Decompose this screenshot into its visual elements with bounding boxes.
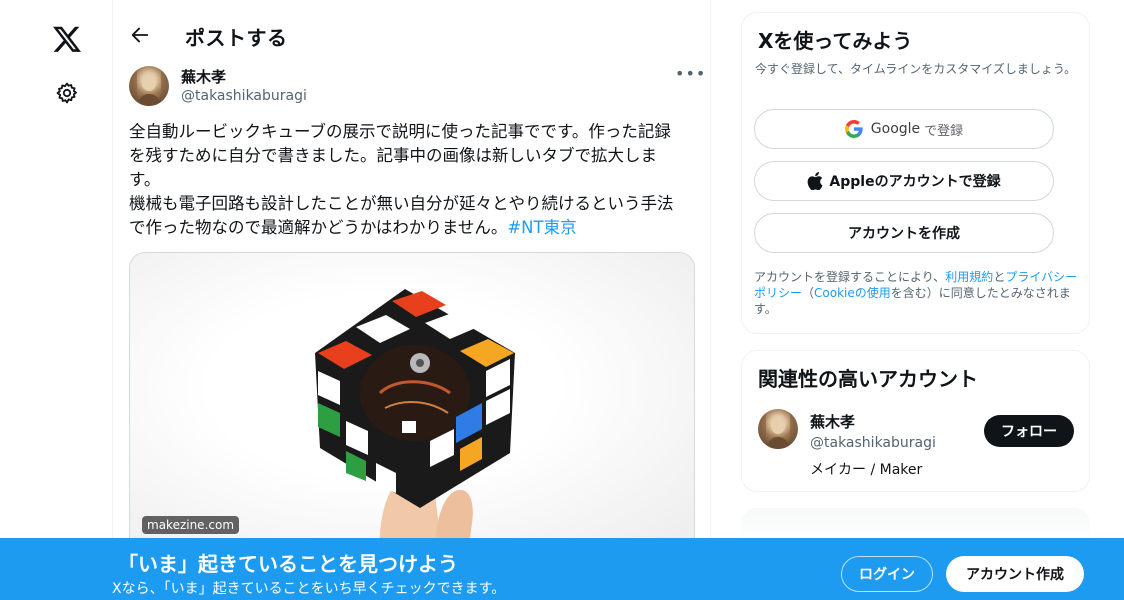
terms-link[interactable]: 利用規約 bbox=[945, 270, 993, 284]
post-text-line: を残すために自分で書きました。記事中の画像は新しいタブで拡大しま bbox=[129, 146, 657, 165]
google-signup-button[interactable]: Google で登録 bbox=[754, 109, 1054, 149]
link-card-media[interactable]: makezine.com bbox=[129, 252, 695, 552]
avatar[interactable] bbox=[758, 409, 798, 449]
related-accounts-card: 関連性の高いアカウント 蕪木孝 @takashikaburagi メイカー / … bbox=[741, 350, 1090, 492]
signup-banner: 「いま」起きていることを見つけよう Xなら、「いま」起きていることをいち早くチェ… bbox=[0, 538, 1124, 600]
rubiks-cube-image bbox=[315, 289, 515, 551]
signup-card-title: Xを使ってみよう bbox=[758, 29, 913, 53]
related-card-title: 関連性の高いアカウント bbox=[758, 367, 978, 391]
google-icon bbox=[844, 120, 863, 138]
left-nav bbox=[0, 0, 112, 600]
banner-title: 「いま」起きていることを見つけよう bbox=[118, 552, 458, 576]
legal-prefix: アカウントを登録することにより、 bbox=[754, 270, 946, 284]
post-text-line: 全自動ルービックキューブの展示で説明に使った記事でです。作った記録 bbox=[129, 122, 671, 141]
arrow-left-icon[interactable] bbox=[129, 24, 151, 46]
signup-card-subtitle: 今すぐ登録して、タイムラインをカスタマイズしましょう。 bbox=[755, 62, 1077, 76]
post-text-line: で作った物なので最適解かどうかはわかりません。#NT東京 bbox=[129, 216, 697, 240]
signup-card: Xを使ってみよう 今すぐ登録して、タイムラインをカスタマイズしましょう。 Goo… bbox=[741, 12, 1090, 334]
author-name[interactable]: 蕪木孝 bbox=[181, 66, 226, 87]
post-text-line: す。 bbox=[129, 170, 161, 189]
related-account-bio: メイカー / Maker bbox=[810, 462, 923, 478]
apple-icon bbox=[808, 172, 823, 190]
related-account-handle[interactable]: @takashikaburagi bbox=[810, 435, 936, 451]
cookie-link[interactable]: Cookieの使用 bbox=[814, 286, 891, 300]
gear-icon[interactable] bbox=[55, 81, 79, 105]
banner-subtitle: Xなら、「いま」起きていることをいち早くチェックできます。 bbox=[112, 581, 506, 597]
related-account-name[interactable]: 蕪木孝 bbox=[810, 411, 855, 432]
legal-notice: アカウントを登録することにより、利用規約とプライバシーポリシー（Cookieの使… bbox=[754, 269, 1088, 317]
post-text-line: 機械も電子回路も設計したことが無い自分が延々とやり続けるという手法 bbox=[129, 194, 674, 213]
author-handle[interactable]: @takashikaburagi bbox=[181, 88, 307, 104]
google-label: Google bbox=[870, 121, 921, 137]
post-column: ポストする 蕪木孝 @takashikaburagi ••• 全自動ルービックキ… bbox=[112, 0, 711, 600]
apple-label: Appleのアカウントで登録 bbox=[829, 174, 1001, 190]
legal-and: と bbox=[993, 270, 1006, 284]
post-text-segment: で作った物なので最適解かどうかはわかりません。 bbox=[129, 218, 508, 237]
x-logo-icon[interactable] bbox=[53, 25, 81, 53]
apple-signup-button[interactable]: Appleのアカウントで登録 bbox=[754, 161, 1054, 201]
avatar[interactable] bbox=[129, 66, 169, 106]
google-suffix: で登録 bbox=[924, 123, 964, 139]
hashtag-link[interactable]: #NT東京 bbox=[507, 218, 576, 237]
login-button[interactable]: ログイン bbox=[841, 556, 933, 592]
post-text: 全自動ルービックキューブの展示で説明に使った記事でです。作った記録 を残すために… bbox=[129, 120, 697, 240]
source-badge: makezine.com bbox=[142, 516, 240, 534]
follow-button[interactable]: フォロー bbox=[984, 415, 1074, 447]
more-options-icon[interactable]: ••• bbox=[675, 64, 706, 83]
create-account-button[interactable]: アカウントを作成 bbox=[754, 213, 1054, 253]
legal-paren: （ bbox=[802, 286, 815, 300]
signup-button[interactable]: アカウント作成 bbox=[946, 556, 1084, 592]
page-title: ポストする bbox=[185, 26, 288, 50]
